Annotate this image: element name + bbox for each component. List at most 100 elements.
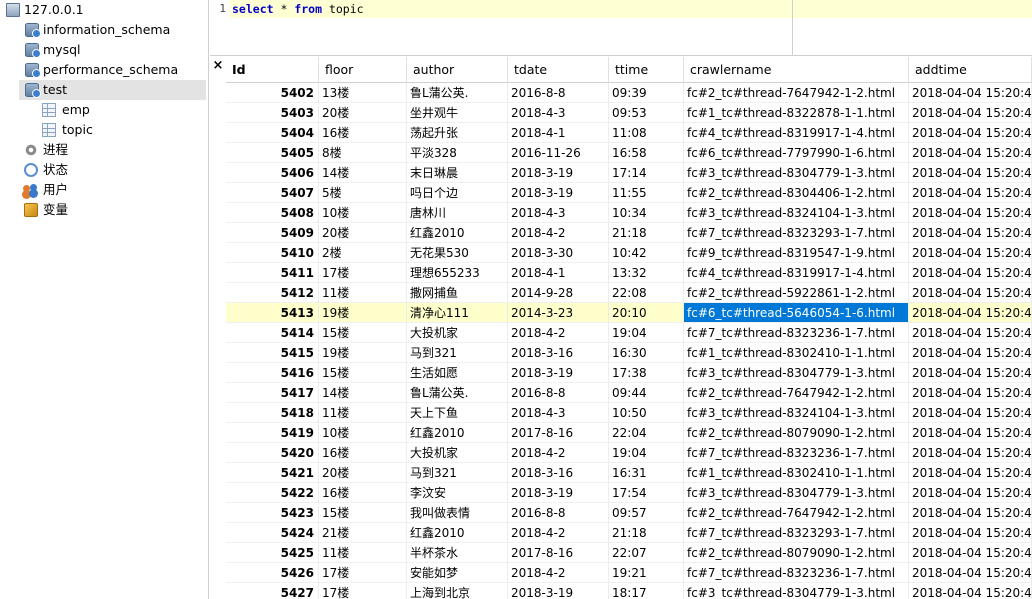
cell-floor[interactable]: 11楼 bbox=[319, 283, 407, 303]
table-row[interactable]: 5415 19楼 马到321 2018-3-16 16:30 fc#1_tc#thread… bbox=[226, 343, 1032, 363]
cell-crawlername[interactable]: fc#9_tc#thread-8319547-1-9.html bbox=[684, 243, 909, 263]
cell-tdate[interactable]: 2018-3-19 bbox=[508, 583, 609, 599]
cell-ttime[interactable]: 13:32 bbox=[609, 263, 684, 283]
cell-addtime[interactable]: 2018-04-04 15:20:44 bbox=[909, 263, 1032, 283]
cell-addtime[interactable]: 2018-04-04 15:20:44 bbox=[909, 563, 1032, 583]
cell-ttime[interactable]: 22:04 bbox=[609, 423, 684, 443]
table-row[interactable]: 5404 16楼 荡起升张 2018-4-1 11:08 fc#4_tc#thread-8… bbox=[226, 123, 1032, 143]
cell-author[interactable]: 鲁L蒲公英. bbox=[407, 383, 508, 403]
cell-ttime[interactable]: 09:44 bbox=[609, 383, 684, 403]
column-header-id[interactable]: Id bbox=[226, 57, 319, 83]
cell-floor[interactable]: 2楼 bbox=[319, 243, 407, 263]
cell-tdate[interactable]: 2018-3-19 bbox=[508, 363, 609, 383]
cell-floor[interactable]: 11楼 bbox=[319, 543, 407, 563]
table-row[interactable]: 5411 17楼 理想655233 2018-4-1 13:32 fc#4_tc#thre… bbox=[226, 263, 1032, 283]
cell-author[interactable]: 理想655233 bbox=[407, 263, 508, 283]
cell-crawlername[interactable]: fc#1_tc#thread-8302410-1-1.html bbox=[684, 463, 909, 483]
cell-ttime[interactable]: 19:04 bbox=[609, 443, 684, 463]
table-row[interactable]: 5420 16楼 大投机家 2018-4-2 19:04 fc#7_tc#thread-8… bbox=[226, 443, 1032, 463]
close-results-icon[interactable]: × bbox=[210, 57, 226, 77]
cell-addtime[interactable]: 2018-04-04 15:20:44 bbox=[909, 223, 1032, 243]
column-header-author[interactable]: author bbox=[407, 57, 508, 83]
cell-floor[interactable]: 19楼 bbox=[319, 303, 407, 323]
cell-author[interactable]: 大投机家 bbox=[407, 323, 508, 343]
query-editor[interactable]: 1 select * from topic bbox=[210, 0, 1032, 56]
cell-ttime[interactable]: 18:17 bbox=[609, 583, 684, 599]
cell-id[interactable]: 5413 bbox=[226, 303, 319, 323]
cell-tdate[interactable]: 2017-8-16 bbox=[508, 423, 609, 443]
cell-addtime[interactable]: 2018-04-04 15:20:44 bbox=[909, 123, 1032, 143]
column-header-addtime[interactable]: addtime bbox=[909, 57, 1032, 83]
cell-ttime[interactable]: 19:04 bbox=[609, 323, 684, 343]
cell-author[interactable]: 吗日个边 bbox=[407, 183, 508, 203]
cell-addtime[interactable]: 2018-04-04 15:20:44 bbox=[909, 343, 1032, 363]
cell-floor[interactable]: 17楼 bbox=[319, 263, 407, 283]
cell-addtime[interactable]: 2018-04-04 15:20:44 bbox=[909, 283, 1032, 303]
cell-tdate[interactable]: 2018-4-3 bbox=[508, 103, 609, 123]
tree-tool-status[interactable]: 状态 bbox=[0, 160, 209, 180]
cell-addtime[interactable]: 2018-04-04 15:20:44 bbox=[909, 183, 1032, 203]
cell-author[interactable]: 马到321 bbox=[407, 463, 508, 483]
cell-author[interactable]: 红鑫2010 bbox=[407, 423, 508, 443]
cell-floor[interactable]: 14楼 bbox=[319, 383, 407, 403]
cell-id[interactable]: 5427 bbox=[226, 583, 319, 599]
cell-ttime[interactable]: 10:50 bbox=[609, 403, 684, 423]
cell-tdate[interactable]: 2018-4-3 bbox=[508, 403, 609, 423]
cell-crawlername[interactable]: fc#2_tc#thread-8079090-1-2.html bbox=[684, 543, 909, 563]
cell-id[interactable]: 5410 bbox=[226, 243, 319, 263]
cell-tdate[interactable]: 2018-4-2 bbox=[508, 443, 609, 463]
cell-floor[interactable]: 21楼 bbox=[319, 523, 407, 543]
cell-ttime[interactable]: 20:10 bbox=[609, 303, 684, 323]
cell-id[interactable]: 5409 bbox=[226, 223, 319, 243]
cell-floor[interactable]: 16楼 bbox=[319, 443, 407, 463]
cell-tdate[interactable]: 2017-8-16 bbox=[508, 543, 609, 563]
table-row[interactable]: 5406 14楼 末日琳晨 2018-3-19 17:14 fc#3_tc#thread-… bbox=[226, 163, 1032, 183]
cell-floor[interactable]: 20楼 bbox=[319, 463, 407, 483]
table-row[interactable]: 5403 20楼 坐井观牛 2018-4-3 09:53 fc#1_tc#thread-8… bbox=[226, 103, 1032, 123]
cell-ttime[interactable]: 10:42 bbox=[609, 243, 684, 263]
cell-crawlername[interactable]: fc#2_tc#thread-7647942-1-2.html bbox=[684, 503, 909, 523]
cell-crawlername[interactable]: fc#3_tc#thread-8304779-1-3.html bbox=[684, 483, 909, 503]
cell-addtime[interactable]: 2018-04-04 15:20:44 bbox=[909, 443, 1032, 463]
cell-addtime[interactable]: 2018-04-04 15:20:44 bbox=[909, 463, 1032, 483]
cell-crawlername[interactable]: fc#6_tc#thread-5646054-1-6.html bbox=[684, 303, 909, 323]
cell-id[interactable]: 5402 bbox=[226, 83, 319, 103]
cell-crawlername[interactable]: fc#2_tc#thread-7647942-1-2.html bbox=[684, 383, 909, 403]
tree-table-topic[interactable]: topic bbox=[0, 120, 209, 140]
column-header-floor[interactable]: floor bbox=[319, 57, 407, 83]
cell-tdate[interactable]: 2018-4-2 bbox=[508, 523, 609, 543]
tree-tool-process[interactable]: 进程 bbox=[0, 140, 209, 160]
cell-floor[interactable]: 15楼 bbox=[319, 503, 407, 523]
cell-ttime[interactable]: 11:55 bbox=[609, 183, 684, 203]
tree-tool-users[interactable]: 用户 bbox=[0, 180, 209, 200]
cell-author[interactable]: 半杯茶水 bbox=[407, 543, 508, 563]
table-row[interactable]: 5414 15楼 大投机家 2018-4-2 19:04 fc#7_tc#thread-8… bbox=[226, 323, 1032, 343]
cell-crawlername[interactable]: fc#1_tc#thread-8322878-1-1.html bbox=[684, 103, 909, 123]
cell-id[interactable]: 5424 bbox=[226, 523, 319, 543]
cell-author[interactable]: 红鑫2010 bbox=[407, 223, 508, 243]
cell-crawlername[interactable]: fc#7_tc#thread-8323236-1-7.html bbox=[684, 443, 909, 463]
cell-id[interactable]: 5412 bbox=[226, 283, 319, 303]
cell-floor[interactable]: 17楼 bbox=[319, 563, 407, 583]
cell-id[interactable]: 5403 bbox=[226, 103, 319, 123]
cell-addtime[interactable]: 2018-04-04 15:20:44 bbox=[909, 543, 1032, 563]
cell-addtime[interactable]: 2018-04-04 15:20:44 bbox=[909, 103, 1032, 123]
table-row[interactable]: 5412 11楼 撒网捕鱼 2014-9-28 22:08 fc#2_tc#thread-… bbox=[226, 283, 1032, 303]
cell-ttime[interactable]: 09:39 bbox=[609, 83, 684, 103]
cell-id[interactable]: 5422 bbox=[226, 483, 319, 503]
cell-id[interactable]: 5411 bbox=[226, 263, 319, 283]
column-header-ttime[interactable]: ttime bbox=[609, 57, 684, 83]
cell-addtime[interactable]: 2018-04-04 15:20:44 bbox=[909, 83, 1032, 103]
cell-author[interactable]: 末日琳晨 bbox=[407, 163, 508, 183]
cell-floor[interactable]: 19楼 bbox=[319, 343, 407, 363]
cell-author[interactable]: 撒网捕鱼 bbox=[407, 283, 508, 303]
cell-addtime[interactable]: 2018-04-04 15:20:44 bbox=[909, 203, 1032, 223]
cell-addtime[interactable]: 2018-04-04 15:20:44 bbox=[909, 323, 1032, 343]
cell-addtime[interactable]: 2018-04-04 15:20:44 bbox=[909, 303, 1032, 323]
cell-author[interactable]: 我叫做表情 bbox=[407, 503, 508, 523]
cell-addtime[interactable]: 2018-04-04 15:20:44 bbox=[909, 243, 1032, 263]
cell-author[interactable]: 荡起升张 bbox=[407, 123, 508, 143]
cell-crawlername[interactable]: fc#2_tc#thread-5922861-1-2.html bbox=[684, 283, 909, 303]
cell-tdate[interactable]: 2016-8-8 bbox=[508, 503, 609, 523]
cell-floor[interactable]: 14楼 bbox=[319, 163, 407, 183]
